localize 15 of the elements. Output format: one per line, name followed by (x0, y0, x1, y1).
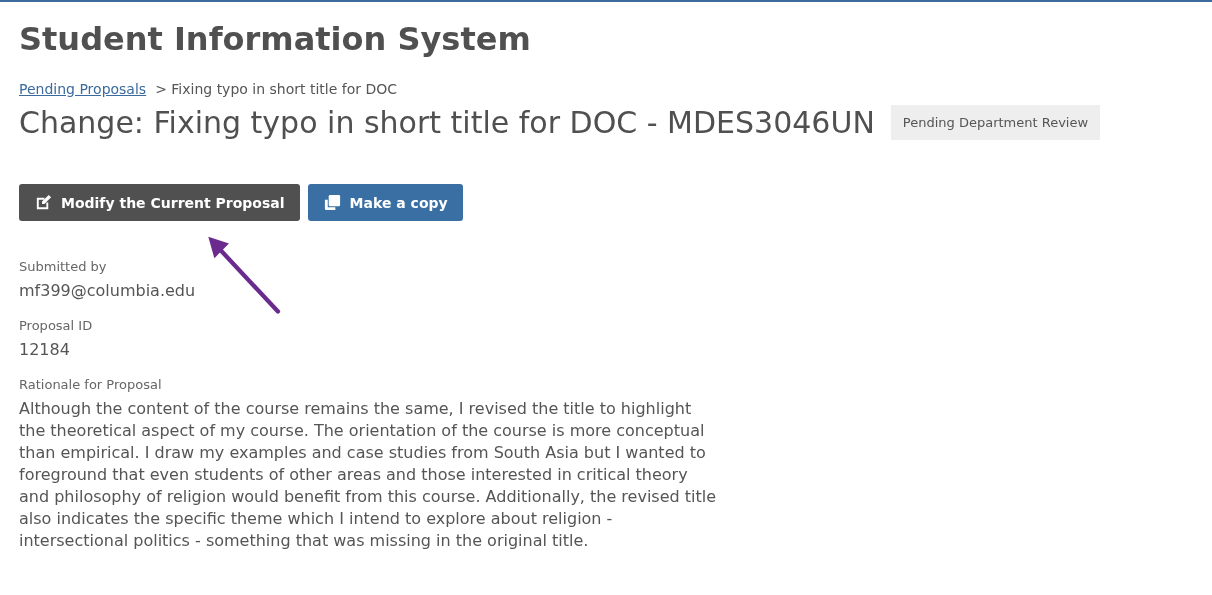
field-value: Although the content of the course remains the same, I revised the title to highlight the theoretical aspect of my course. The orientation of the course is more conceptual than empirical. I draw my examples and case studies from South Asia but I wanted to foreground that even students of other areas and those interested in critical theory and philosophy of religion would benefit from this course. Additionally, the revised title also indicates the specific theme which I intend to explore about religion - intersectional politics - something that was missing in the original title. (19, 398, 718, 552)
field-value: mf399@columbia.edu (19, 280, 197, 302)
field-label: Submitted by (19, 259, 108, 274)
status-badge: Pending Department Review (890, 105, 1101, 140)
app-title: Student Information System (19, 20, 532, 58)
breadcrumb-current: > Fixing typo in short title for DOC (155, 81, 398, 97)
field-label: Proposal ID (19, 318, 94, 333)
modify-button[interactable]: Modify the Current Proposal (19, 184, 300, 221)
edit-icon (34, 193, 53, 212)
breadcrumb-link[interactable]: Pending Proposals (19, 81, 147, 97)
field-value: 12184 (19, 339, 71, 361)
proposal-heading: Change: Fixing typo in short title for DOC - MDES3046UN (19, 105, 875, 140)
copy-button[interactable]: Make a copy (307, 184, 463, 221)
field-label: Rationale for Proposal (19, 377, 163, 392)
copy-icon (322, 193, 342, 212)
